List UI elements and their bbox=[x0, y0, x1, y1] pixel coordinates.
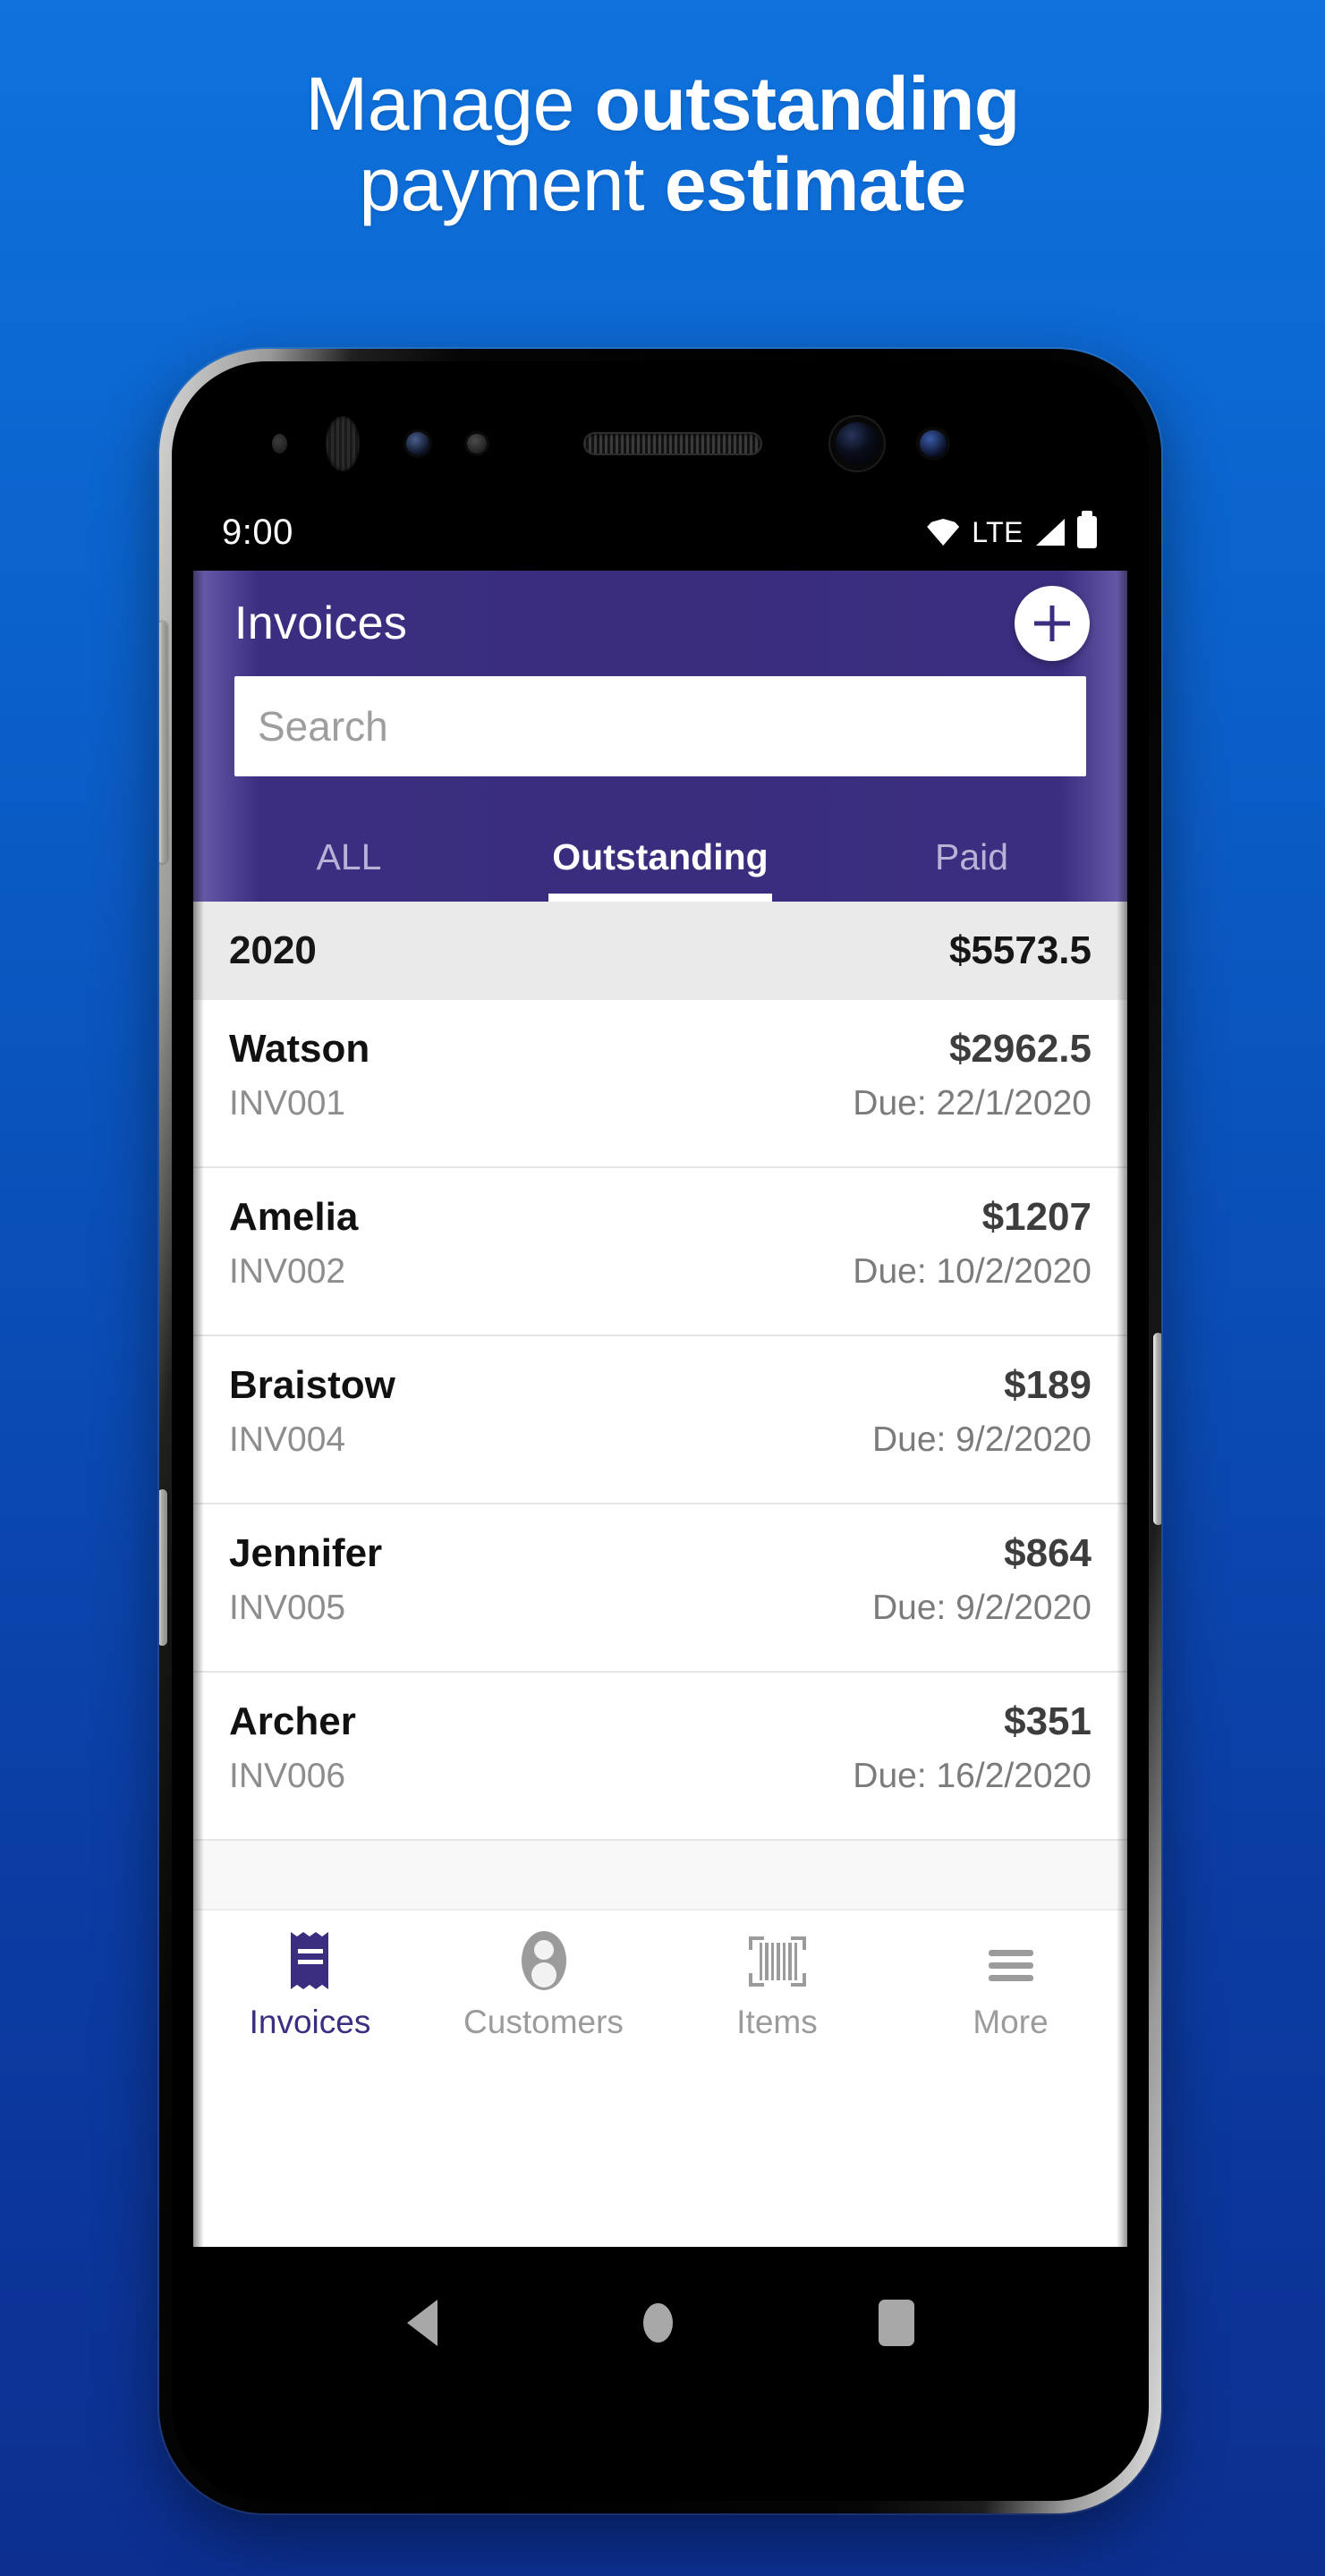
page-title: Invoices bbox=[234, 597, 408, 649]
receipt-icon bbox=[285, 1930, 335, 1991]
android-navigation-bar bbox=[193, 2247, 1127, 2399]
home-button[interactable] bbox=[642, 2303, 673, 2343]
nav-item-more[interactable]: More bbox=[894, 1930, 1127, 2041]
invoice-customer: Braistow bbox=[229, 1363, 395, 1407]
search-wrapper: Search bbox=[193, 676, 1127, 798]
table-row[interactable]: Amelia $1207 INV002 Due: 10/2/2020 bbox=[193, 1168, 1127, 1336]
volume-down-button[interactable] bbox=[159, 1489, 167, 1646]
invoice-due: Due: 16/2/2020 bbox=[853, 1757, 1091, 1795]
table-row[interactable]: Archer $351 INV006 Due: 16/2/2020 bbox=[193, 1673, 1127, 1841]
earpiece-icon bbox=[326, 416, 360, 471]
volume-up-button[interactable] bbox=[159, 622, 167, 863]
invoice-customer: Watson bbox=[229, 1027, 370, 1071]
power-button[interactable] bbox=[1153, 1333, 1161, 1525]
nav-label-more: More bbox=[973, 2004, 1049, 2040]
status-time: 9:00 bbox=[222, 512, 293, 552]
search-placeholder: Search bbox=[258, 703, 388, 750]
invoice-number: INV006 bbox=[229, 1757, 346, 1795]
nav-label-customers: Customers bbox=[463, 2004, 624, 2040]
light-sensor-icon bbox=[467, 434, 487, 453]
network-label: LTE bbox=[972, 515, 1023, 548]
proximity-sensor-icon bbox=[272, 434, 287, 453]
plus-icon bbox=[1034, 606, 1070, 641]
invoice-number: INV001 bbox=[229, 1084, 346, 1123]
table-row[interactable]: Jennifer $864 INV005 Due: 9/2/2020 bbox=[193, 1504, 1127, 1673]
nav-label-invoices: Invoices bbox=[249, 2004, 371, 2040]
barcode-icon bbox=[748, 1930, 807, 1991]
promo-line2-plain: payment bbox=[359, 141, 665, 226]
group-header-2020: 2020 $5573.5 bbox=[193, 902, 1127, 1000]
invoice-amount: $864 bbox=[1004, 1531, 1091, 1575]
status-icons: LTE bbox=[927, 511, 1097, 549]
table-row[interactable]: Watson $2962.5 INV001 Due: 22/1/2020 bbox=[193, 1000, 1127, 1168]
invoice-list[interactable]: 2020 $5573.5 Watson $2962.5 INV001 Due: … bbox=[193, 902, 1127, 1909]
group-total: $5573.5 bbox=[948, 928, 1091, 972]
tab-all[interactable]: ALL bbox=[193, 798, 505, 902]
status-bar: 9:00 LTE bbox=[193, 494, 1127, 571]
invoice-due: Due: 22/1/2020 bbox=[853, 1084, 1091, 1123]
back-button[interactable] bbox=[406, 2300, 437, 2346]
hamburger-icon bbox=[983, 1930, 1039, 1991]
phone-mockup: 9:00 LTE Invoices Search ALL Outstanding… bbox=[159, 349, 1161, 2513]
invoice-customer: Jennifer bbox=[229, 1531, 383, 1575]
group-year: 2020 bbox=[229, 928, 317, 972]
speaker-grille-icon bbox=[583, 432, 762, 455]
promo-line1-plain: Manage bbox=[305, 62, 595, 146]
person-icon bbox=[517, 1930, 571, 1991]
tab-outstanding[interactable]: Outstanding bbox=[505, 798, 816, 902]
battery-icon bbox=[1077, 511, 1097, 548]
iris-camera-icon bbox=[920, 430, 947, 457]
tab-paid[interactable]: Paid bbox=[816, 798, 1127, 902]
tab-paid-label: Paid bbox=[934, 836, 1009, 877]
tab-outstanding-label: Outstanding bbox=[552, 836, 769, 877]
signal-icon bbox=[1036, 519, 1065, 546]
invoice-amount: $1207 bbox=[981, 1195, 1091, 1239]
bottom-navigation: Invoices Customers Items More bbox=[193, 1909, 1127, 2061]
front-camera-icon bbox=[836, 422, 879, 465]
invoice-due: Due: 9/2/2020 bbox=[871, 1589, 1091, 1627]
invoice-customer: Amelia bbox=[229, 1195, 359, 1239]
nav-item-items[interactable]: Items bbox=[660, 1930, 894, 2041]
wifi-icon bbox=[927, 519, 960, 546]
nav-label-items: Items bbox=[736, 2004, 818, 2040]
table-row[interactable]: Braistow $189 INV004 Due: 9/2/2020 bbox=[193, 1336, 1127, 1504]
promo-line1-bold: outstanding bbox=[594, 62, 1021, 146]
promo-line2-bold: estimate bbox=[664, 141, 966, 226]
search-input[interactable]: Search bbox=[234, 676, 1086, 776]
iris-sensor-icon bbox=[406, 432, 429, 455]
tab-all-label: ALL bbox=[316, 836, 382, 877]
nav-item-invoices[interactable]: Invoices bbox=[193, 1930, 427, 2041]
invoice-amount: $351 bbox=[1004, 1699, 1091, 1743]
invoice-number: INV004 bbox=[229, 1420, 346, 1459]
invoice-due: Due: 9/2/2020 bbox=[871, 1420, 1091, 1459]
app-bar-top: Invoices bbox=[193, 571, 1127, 676]
invoice-customer: Archer bbox=[229, 1699, 356, 1743]
app-screen: 9:00 LTE Invoices Search ALL Outstanding… bbox=[193, 494, 1127, 2247]
nav-item-customers[interactable]: Customers bbox=[427, 1930, 660, 2041]
invoice-amount: $2962.5 bbox=[948, 1027, 1091, 1071]
invoice-number: INV002 bbox=[229, 1252, 346, 1291]
phone-screen-area: 9:00 LTE Invoices Search ALL Outstanding… bbox=[172, 361, 1149, 2501]
app-bar: Invoices Search ALL Outstanding Paid bbox=[193, 571, 1127, 902]
invoice-due: Due: 10/2/2020 bbox=[853, 1252, 1091, 1291]
recents-button[interactable] bbox=[878, 2300, 914, 2346]
add-invoice-button[interactable] bbox=[1015, 586, 1090, 661]
invoice-amount: $189 bbox=[1004, 1363, 1091, 1407]
invoice-number: INV005 bbox=[229, 1589, 346, 1627]
phone-sensor-row bbox=[172, 416, 1149, 471]
filter-tabs: ALL Outstanding Paid bbox=[193, 798, 1127, 902]
promo-headline: Manage outstanding payment estimate bbox=[0, 64, 1325, 225]
